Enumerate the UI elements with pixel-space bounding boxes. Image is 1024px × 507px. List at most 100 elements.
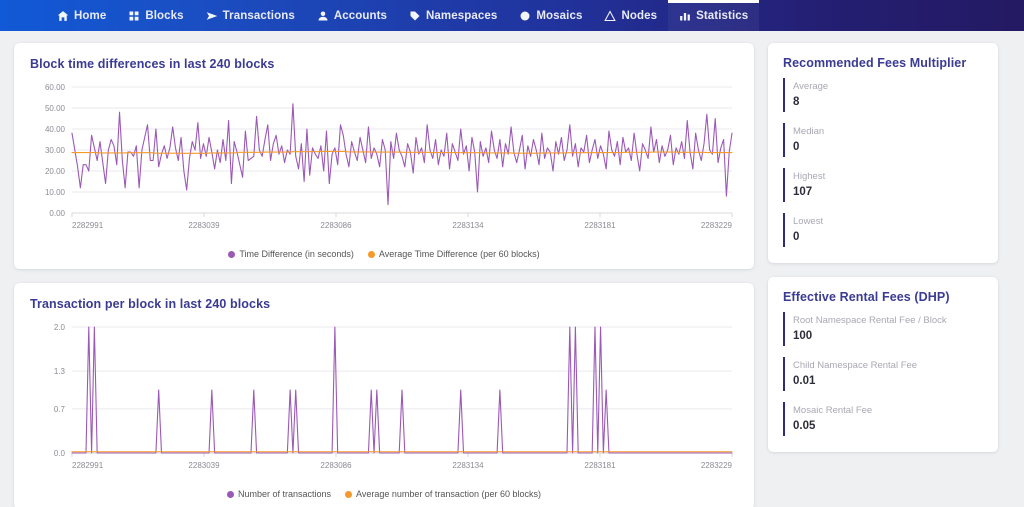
stat-label: Highest xyxy=(793,171,826,182)
legend-label: Average Time Difference (per 60 blocks) xyxy=(378,249,540,259)
x-axis-tick-label: 2283181 xyxy=(584,221,616,230)
account-icon xyxy=(317,10,329,22)
effective-rental-fees-title: Effective Rental Fees (DHP) xyxy=(783,290,950,304)
block-time-card-title: Block time differences in last 240 block… xyxy=(30,57,275,71)
stat-value: 0 xyxy=(793,231,800,243)
stat-label: Lowest xyxy=(793,216,824,227)
nav-item-accounts[interactable]: Accounts xyxy=(306,0,398,31)
x-axis-tick-label: 2283086 xyxy=(320,461,352,470)
stat-value: 0 xyxy=(793,141,800,153)
block-time-chart[interactable]: 0.00 10.00 20.00 30.00 40.00 50.00 60.00 228299… xyxy=(14,77,754,247)
home-icon xyxy=(57,10,69,22)
stat-value: 0.05 xyxy=(793,420,816,432)
tag-icon xyxy=(409,10,421,22)
stat-value: 107 xyxy=(793,186,813,198)
nav-item-mosaics[interactable]: Mosaics xyxy=(508,0,593,31)
y-axis-tick-label: 40.00 xyxy=(45,125,66,134)
stat-item: Median 0 xyxy=(783,123,983,157)
x-axis-tick-label: 2283039 xyxy=(188,461,220,470)
effective-rental-fees-stats: Root Namespace Rental Fee / Block 100 Chil… xyxy=(768,312,998,452)
legend-label: Average number of transaction (per 60 bl… xyxy=(356,489,541,499)
nav-item-home[interactable]: Home xyxy=(46,0,117,31)
nav-item-label: Nodes xyxy=(621,9,658,22)
y-axis-tick-label: 0.0 xyxy=(54,449,66,458)
y-axis-tick-label: 10.00 xyxy=(45,188,66,197)
stat-item: Mosaic Rental Fee 0.05 xyxy=(783,402,983,436)
legend-item[interactable]: Number of transactions xyxy=(227,489,331,499)
tx-per-block-card: Transaction per block in last 240 blocks… xyxy=(14,283,754,507)
legend-dot-icon xyxy=(345,490,353,498)
stat-label: Child Namespace Rental Fee xyxy=(793,360,918,371)
tx-per-block-legend: Number of transactions Average number of … xyxy=(14,487,754,507)
x-axis-tick-label: 2283229 xyxy=(701,221,733,230)
x-axis-tick-label: 2283134 xyxy=(452,221,484,230)
y-axis-tick-label: 60.00 xyxy=(45,83,66,92)
recommended-fees-multiplier-card: Recommended Fees Multiplier Average 8 Medi… xyxy=(768,43,998,263)
legend-dot-icon xyxy=(227,490,234,498)
x-axis-tick-label: 2283181 xyxy=(584,461,616,470)
stat-value: 8 xyxy=(793,96,800,108)
x-axis-tick-label: 2283039 xyxy=(188,221,220,230)
effective-rental-fees-card: Effective Rental Fees (DHP) Root Namespa… xyxy=(768,277,998,452)
series-line xyxy=(71,326,733,454)
blocks-icon xyxy=(128,10,140,22)
bar-chart-icon xyxy=(679,10,691,22)
recommended-fees-stats: Average 8 Median 0 Highest 107 Lowest 0 xyxy=(768,78,998,263)
block-time-card: Block time differences in last 240 block… xyxy=(14,43,754,269)
block-time-legend: Time Difference (in seconds) Average Time… xyxy=(14,247,754,269)
y-axis-tick-label: 2.0 xyxy=(54,323,66,332)
recommended-fees-title: Recommended Fees Multiplier xyxy=(783,56,967,70)
series-line xyxy=(71,103,733,206)
stat-label: Root Namespace Rental Fee / Block xyxy=(793,315,947,326)
stat-item: Highest 107 xyxy=(783,168,983,202)
nav-item-label: Mosaics xyxy=(536,9,583,22)
nav-item-transactions[interactable]: Transactions xyxy=(195,0,306,31)
nav-item-label: Accounts xyxy=(333,9,388,22)
nav-item-statistics[interactable]: Statistics xyxy=(668,0,760,31)
nav-item-label: Namespaces xyxy=(426,9,498,22)
nav-item-nodes[interactable]: Nodes xyxy=(593,0,668,31)
legend-item[interactable]: Time Difference (in seconds) xyxy=(228,249,354,259)
nav-item-label: Blocks xyxy=(145,9,184,22)
side-column: Recommended Fees Multiplier Average 8 Medi… xyxy=(768,43,998,507)
page-body: Block time differences in last 240 block… xyxy=(0,31,1024,507)
legend-item[interactable]: Average number of transaction (per 60 bl… xyxy=(345,489,541,499)
y-axis-tick-label: 30.00 xyxy=(45,146,66,155)
series-line xyxy=(71,150,733,154)
stat-item: Lowest 0 xyxy=(783,213,983,247)
x-axis-tick-label: 2282991 xyxy=(72,221,104,230)
nav-item-blocks[interactable]: Blocks xyxy=(117,0,194,31)
nav-item-label: Transactions xyxy=(222,9,295,22)
stat-item: Root Namespace Rental Fee / Block 100 xyxy=(783,312,983,346)
stat-value: 0.01 xyxy=(793,375,816,387)
x-axis-tick-label: 2282991 xyxy=(72,461,104,470)
legend-label: Time Difference (in seconds) xyxy=(239,249,354,259)
tx-per-block-card-title: Transaction per block in last 240 blocks xyxy=(30,297,271,311)
stat-label: Mosaic Rental Fee xyxy=(793,405,873,416)
x-axis-tick-label: 2283134 xyxy=(452,461,484,470)
y-axis-tick-label: 50.00 xyxy=(45,104,66,113)
stat-label: Median xyxy=(793,126,825,137)
tx-per-block-chart-svg[interactable]: 0.0 0.7 1.3 2.0 2282991 2283039 2283086 2283134… xyxy=(28,321,740,481)
mosaic-icon xyxy=(519,10,531,22)
legend-dot-icon xyxy=(228,250,236,258)
y-axis-tick-label: 0.7 xyxy=(54,405,66,414)
node-icon xyxy=(604,9,617,22)
nav-item-label: Statistics xyxy=(696,9,749,22)
x-axis-tick-label: 2283086 xyxy=(320,221,352,230)
send-icon xyxy=(206,10,218,22)
legend-label: Number of transactions xyxy=(238,489,332,499)
legend-item[interactable]: Average Time Difference (per 60 blocks) xyxy=(367,249,540,259)
y-axis-tick-label: 20.00 xyxy=(45,167,66,176)
tx-per-block-chart[interactable]: 0.0 0.7 1.3 2.0 2282991 2283039 2283086 2283134… xyxy=(14,317,754,487)
nav-item-namespaces[interactable]: Namespaces xyxy=(398,0,508,31)
stat-value: 100 xyxy=(793,330,813,342)
stat-item: Child Namespace Rental Fee 0.01 xyxy=(783,357,983,391)
y-axis-tick-label: 0.00 xyxy=(49,209,65,218)
main-navbar: Home Blocks Transactions Accounts Namespaces… xyxy=(0,0,1024,31)
y-axis-tick-label: 1.3 xyxy=(54,367,66,376)
stat-label: Average xyxy=(793,81,829,92)
main-column: Block time differences in last 240 block… xyxy=(14,43,754,507)
legend-dot-icon xyxy=(367,250,375,258)
block-time-chart-svg[interactable]: 0.00 10.00 20.00 30.00 40.00 50.00 60.00 228299… xyxy=(28,81,740,241)
